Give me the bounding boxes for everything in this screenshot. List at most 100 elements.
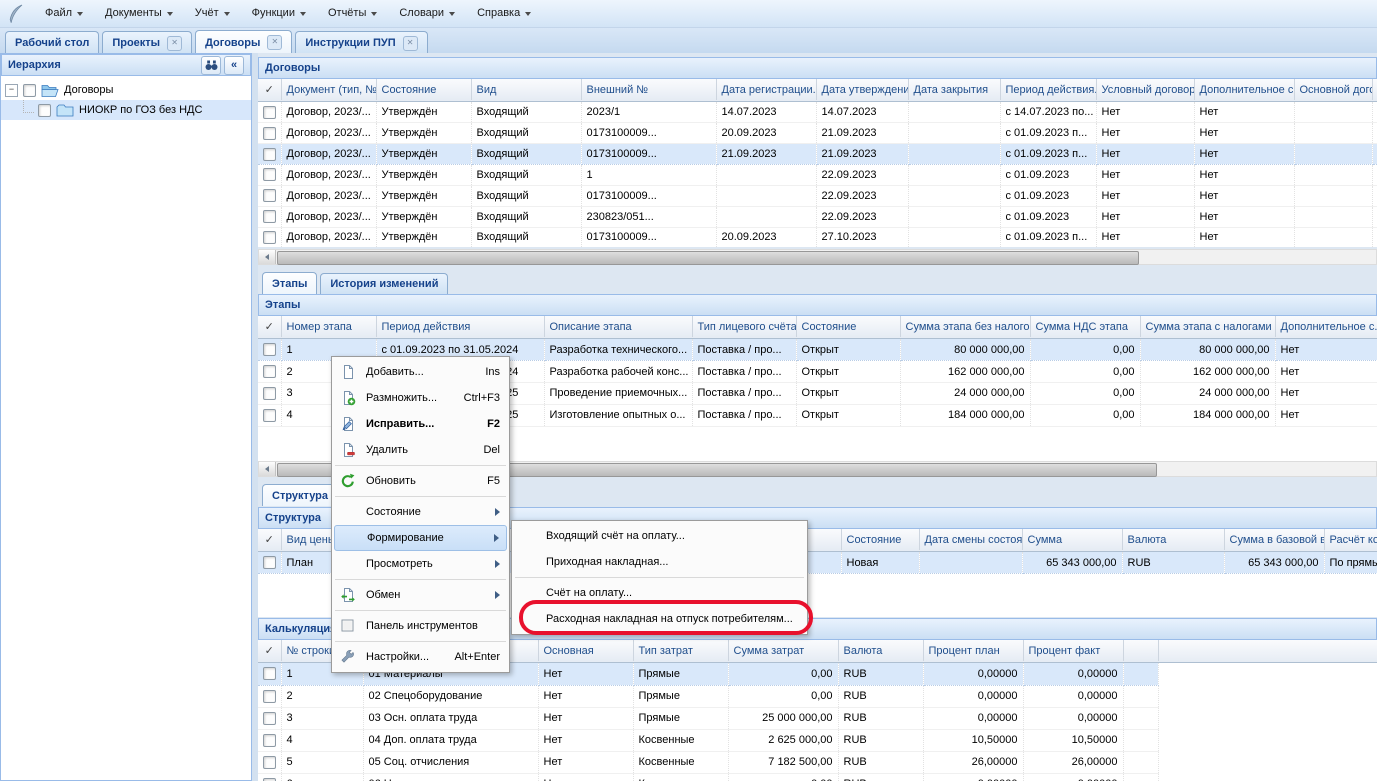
column-header[interactable]: Состояние	[841, 529, 919, 550]
tree-node-child[interactable]: НИОКР по ГОЗ без НДС	[1, 100, 251, 120]
column-header[interactable]: Расчёт ко...	[1324, 529, 1377, 550]
column-header[interactable]: Документ (тип, №...	[281, 79, 376, 100]
column-header[interactable]: Тип затрат	[633, 640, 728, 661]
scroll-left-arrow-icon[interactable]	[259, 250, 276, 264]
menubar-item[interactable]: Словари	[388, 0, 466, 27]
column-header[interactable]: Основной договор	[1294, 79, 1372, 100]
row-checkbox[interactable]	[263, 127, 276, 140]
column-header[interactable]: Номер этапа	[281, 316, 376, 337]
menubar-item[interactable]: Отчёты	[317, 0, 388, 27]
column-header[interactable]: Валюта	[838, 640, 923, 661]
menu-item[interactable]: ОбновитьF5	[334, 468, 507, 494]
row-checkbox[interactable]	[263, 556, 276, 569]
table-row[interactable]: 404 Доп. оплата трудаНетКосвенные2 625 0…	[258, 729, 1158, 751]
select-all-column-header[interactable]: ✓	[258, 316, 281, 337]
row-checkbox[interactable]	[263, 210, 276, 223]
row-checkbox[interactable]	[263, 231, 276, 244]
row-checkbox[interactable]	[263, 667, 276, 680]
menubar-item[interactable]: Учёт	[184, 0, 241, 27]
collapse-node-icon[interactable]: −	[5, 84, 18, 97]
tab-close-icon[interactable]: ✕	[267, 35, 282, 50]
column-header[interactable]: Описание этапа	[544, 316, 692, 337]
column-header[interactable]: Дата регистрации...	[716, 79, 816, 100]
row-checkbox[interactable]	[263, 734, 276, 747]
main-tab[interactable]: Инструкции ПУП✕	[295, 31, 427, 54]
column-header[interactable]: Сумма НДС этапа	[1030, 316, 1140, 337]
column-header[interactable]: Вид	[471, 79, 581, 100]
menu-item[interactable]: Панель инструментов	[334, 613, 507, 639]
table-row[interactable]: Договор, 2023/...УтверждёнВходящий122.09…	[258, 165, 1377, 186]
row-checkbox[interactable]	[263, 690, 276, 703]
select-all-column-header[interactable]: ✓	[258, 79, 281, 100]
column-header[interactable]: Процент факт	[1023, 640, 1123, 661]
menu-item[interactable]: Обмен	[334, 582, 507, 608]
table-row[interactable]: Договор, 2023/...УтверждёнВходящий017310…	[258, 123, 1377, 144]
column-header[interactable]	[1123, 640, 1158, 661]
column-header[interactable]: Дата смены состояния	[919, 529, 1022, 550]
tree-checkbox[interactable]	[38, 104, 51, 117]
column-header[interactable]: Валюта	[1122, 529, 1224, 550]
table-row[interactable]: Договор, 2023/...УтверждёнВходящий017310…	[258, 227, 1377, 247]
menubar-item[interactable]: Файл	[34, 0, 94, 27]
column-header[interactable]: Сумма	[1022, 529, 1122, 550]
menu-item[interactable]: Настройки...Alt+Enter	[334, 644, 507, 670]
row-checkbox[interactable]	[263, 778, 276, 781]
menubar-item[interactable]: Документы	[94, 0, 184, 27]
column-header[interactable]: Дополнительное с...	[1275, 316, 1377, 337]
column-header[interactable]: Состояние	[796, 316, 900, 337]
table-row[interactable]: Договор, 2023/...УтверждёнВходящий017310…	[258, 185, 1377, 206]
table-row[interactable]: 202 СпецоборудованиеНетПрямые0,00RUB0,00…	[258, 685, 1158, 707]
row-checkbox[interactable]	[263, 168, 276, 181]
column-header[interactable]: Сумма этапа с налогами	[1140, 316, 1275, 337]
main-tab[interactable]: Договоры✕	[195, 30, 292, 54]
menu-item[interactable]: Просмотреть	[334, 551, 507, 577]
table-row[interactable]: 505 Соц. отчисленияНетКосвенные7 182 500…	[258, 751, 1158, 773]
menu-item[interactable]: Исправить...F2	[334, 411, 507, 437]
column-header[interactable]: Сумма затрат	[728, 640, 838, 661]
column-header[interactable]: Условный договор	[1096, 79, 1194, 100]
column-header[interactable]: Ц	[1372, 79, 1377, 100]
row-checkbox[interactable]	[263, 712, 276, 725]
tree-checkbox[interactable]	[23, 84, 36, 97]
row-checkbox[interactable]	[263, 387, 276, 400]
column-header[interactable]: Сумма в базовой валюте	[1224, 529, 1324, 550]
column-header[interactable]: Тип лицевого счёта	[692, 316, 796, 337]
column-header[interactable]: Сумма этапа без налогов	[900, 316, 1030, 337]
select-all-column-header[interactable]: ✓	[258, 529, 281, 550]
table-row[interactable]: Договор, 2023/...УтверждёнВходящий017310…	[258, 144, 1377, 165]
column-header[interactable]: Дополнительное с...	[1194, 79, 1294, 100]
column-header[interactable]: Период действия	[376, 316, 544, 337]
column-header[interactable]: Основная	[538, 640, 633, 661]
column-header[interactable]: Состояние	[376, 79, 471, 100]
menu-item[interactable]: Размножить...Ctrl+F3	[334, 385, 507, 411]
column-header[interactable]: Дата закрытия	[908, 79, 1000, 100]
row-checkbox[interactable]	[263, 189, 276, 202]
collapse-panel-icon[interactable]: «	[224, 56, 244, 75]
scrollbar-thumb[interactable]	[277, 251, 1139, 265]
tree-node-root[interactable]: − Договоры	[1, 80, 251, 100]
row-checkbox[interactable]	[263, 756, 276, 769]
main-tab[interactable]: Проекты✕	[102, 31, 192, 54]
menu-item[interactable]: Счёт на оплату...	[514, 580, 805, 606]
tab-etapy[interactable]: Этапы	[262, 272, 317, 294]
menu-item[interactable]: Входящий счёт на оплату...	[514, 523, 805, 549]
table-row[interactable]: 606 Накладные расходыНетКосвенные0,00RUB…	[258, 773, 1158, 781]
menubar-item[interactable]: Функции	[241, 0, 317, 27]
tab-struktura[interactable]: Структура	[262, 484, 338, 506]
table-row[interactable]: Договор, 2023/...УтверждёнВходящий2023/1…	[258, 102, 1377, 123]
tab-close-icon[interactable]: ✕	[403, 36, 418, 51]
menubar-item[interactable]: Справка	[466, 0, 542, 27]
menu-item[interactable]: Формирование	[334, 525, 507, 551]
row-checkbox[interactable]	[263, 148, 276, 161]
menu-item[interactable]: УдалитьDel	[334, 437, 507, 463]
row-checkbox[interactable]	[263, 365, 276, 378]
find-icon[interactable]	[201, 56, 221, 75]
column-header[interactable]: Внешний №	[581, 79, 716, 100]
menu-item[interactable]: Приходная накладная...	[514, 549, 805, 575]
column-header[interactable]: Дата утверждения	[816, 79, 908, 100]
menu-item[interactable]: Состояние	[334, 499, 507, 525]
table-row[interactable]: Договор, 2023/...УтверждёнВходящий230823…	[258, 206, 1377, 227]
column-header[interactable]: Период действия...	[1000, 79, 1096, 100]
select-all-column-header[interactable]: ✓	[258, 640, 281, 661]
tab-close-icon[interactable]: ✕	[167, 36, 182, 51]
